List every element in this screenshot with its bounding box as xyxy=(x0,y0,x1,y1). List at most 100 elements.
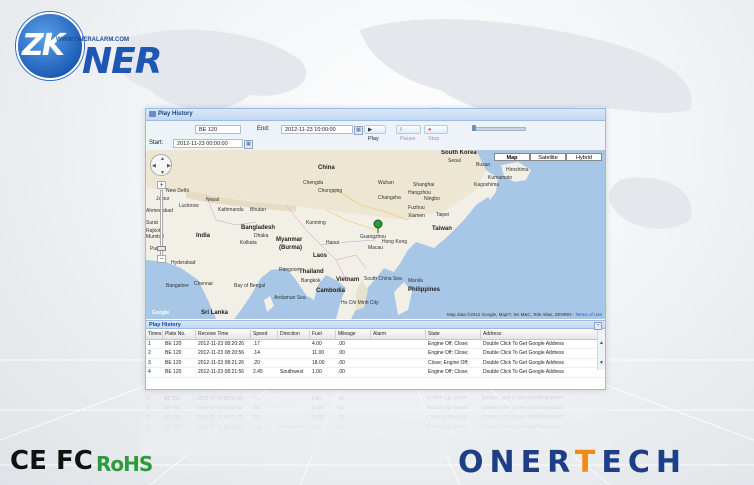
logo-mark: ZK xyxy=(22,28,65,63)
map-label: Wuhan xyxy=(378,180,394,186)
end-calendar-icon[interactable]: ▦ xyxy=(354,126,363,135)
column-header[interactable]: Fuel xyxy=(310,330,336,339)
start-calendar-icon[interactable]: ▦ xyxy=(244,140,253,149)
pan-down-icon[interactable]: ▼ xyxy=(160,170,165,176)
zoom-in-button[interactable]: + xyxy=(157,181,166,189)
table-cell: .00 xyxy=(338,350,345,356)
map-label: China xyxy=(318,165,335,171)
table-cell: 2 xyxy=(148,350,151,356)
terms-of-use-link[interactable]: Terms of Use xyxy=(575,312,602,317)
column-header[interactable]: Mileage xyxy=(336,330,371,339)
pause-button[interactable]: ‖ Pause xyxy=(396,125,421,142)
map-label: India xyxy=(196,233,211,239)
map-label: Sri Lanka xyxy=(201,310,229,316)
map-label: Bhutan xyxy=(250,207,266,213)
brand-part-2: T xyxy=(574,445,602,480)
column-header[interactable]: Speed xyxy=(251,330,278,339)
slider-track xyxy=(472,127,526,131)
table-cell: .00 xyxy=(338,369,345,375)
brand-part-3: ECH xyxy=(601,445,687,480)
fc-mark: FC xyxy=(56,446,93,476)
table-cell: .14 xyxy=(253,350,260,356)
map-label: South China Sea xyxy=(364,276,402,282)
column-header[interactable]: Alarm xyxy=(371,330,426,339)
scroll-down-icon[interactable]: ▼ xyxy=(598,360,605,367)
google-map[interactable]: Map Satellite Hybrid South Korea Seoul B… xyxy=(146,150,605,319)
map-label: Hyderabad xyxy=(171,260,196,266)
column-header[interactable]: Receive Time xyxy=(196,330,251,339)
map-label: Bangalore xyxy=(166,283,189,289)
start-time-input[interactable]: 2012-11-23 00:00:00 xyxy=(173,139,243,148)
map-label: Bangladesh xyxy=(241,225,276,231)
vehicle-input[interactable]: BE 120 xyxy=(195,125,241,134)
column-header[interactable]: Direction xyxy=(278,330,310,339)
play-button[interactable]: ▶ Play xyxy=(364,125,386,142)
map-label: Dhaka xyxy=(254,233,269,239)
table-cell: BE 120 xyxy=(165,340,182,347)
map-label: Andaman Sea xyxy=(274,295,306,301)
map-label: Chengdu xyxy=(303,180,324,186)
map-label: Nepal xyxy=(206,197,220,203)
ce-mark: CE xyxy=(10,446,47,476)
table-cell: 1.00 xyxy=(312,369,322,375)
table-cell: 2012-11-23 08:20:26 xyxy=(198,340,245,347)
history-panel-title: Play History xyxy=(149,322,181,328)
map-label: Thailand xyxy=(299,269,324,275)
company-logo: ZK WWW.ONERALARM.COM NER xyxy=(16,12,166,82)
speed-slider[interactable] xyxy=(472,125,526,131)
map-label: Bangkok xyxy=(301,278,321,284)
map-label: Hong Kong xyxy=(382,239,408,245)
map-label: Shanghai xyxy=(413,182,435,188)
pan-control[interactable]: ▲ ◀ ▶ ▼ xyxy=(150,154,172,176)
stop-label: Stop xyxy=(428,136,440,142)
zoom-out-button[interactable]: − xyxy=(157,255,166,263)
pan-right-icon[interactable]: ▶ xyxy=(167,163,171,169)
grid-scrollbar[interactable]: ▲ ▼ xyxy=(597,330,605,370)
map-label: Myanmar xyxy=(276,237,303,243)
zoom-knob[interactable] xyxy=(157,246,166,251)
collapse-icon[interactable]: ⌃ xyxy=(594,322,602,330)
map-label: Taiwan xyxy=(432,226,452,232)
column-header[interactable]: Plate No. xyxy=(163,330,196,339)
vehicle-marker-icon[interactable] xyxy=(373,219,383,233)
map-type-hybrid[interactable]: Hybrid xyxy=(566,153,602,161)
start-label: Start: xyxy=(149,140,164,146)
table-row[interactable]: 4 BE 120 2012-11-23 08:21:56 2.45 Southwest 1… xyxy=(146,368,605,378)
map-label: Hiroshima xyxy=(506,167,529,173)
scroll-up-icon[interactable]: ▲ xyxy=(598,340,605,347)
stop-icon: ● xyxy=(428,127,432,133)
column-header[interactable]: Address xyxy=(481,330,605,339)
slider-thumb[interactable] xyxy=(472,125,476,131)
logo-wordmark: NER xyxy=(82,41,162,82)
play-history-window: Play History BE 120 End: 2012-11-23 10:0… xyxy=(145,108,606,390)
map-label: Busan xyxy=(476,162,491,168)
map-type-map[interactable]: Map xyxy=(494,153,530,161)
end-label: End: xyxy=(257,126,270,132)
map-label: Rangoon xyxy=(279,267,300,273)
table-row[interactable]: 1 BE 120 2012-11-23 08:20:26 .17 4.00 .00 Engi… xyxy=(146,340,605,349)
map-label: Macau xyxy=(368,245,384,251)
table-cell: 4 xyxy=(148,369,151,375)
table-cell: 18.00 xyxy=(312,359,325,366)
table-cell: .17 xyxy=(253,340,260,347)
table-cell: 11.00 xyxy=(312,350,325,356)
map-label: Fuzhou xyxy=(408,205,425,211)
history-grid: Times Plate No. Receive Time Speed Direction… xyxy=(146,330,605,378)
end-time-input[interactable]: 2012-11-23 10:00:00 xyxy=(281,125,353,134)
pan-left-icon[interactable]: ◀ xyxy=(152,163,156,169)
pan-up-icon[interactable]: ▲ xyxy=(160,156,165,162)
table-row[interactable]: 3 BE 120 2012-11-23 08:21:26 .20 18.00 .00 Clo… xyxy=(146,359,605,368)
map-label: Laos xyxy=(313,253,328,259)
map-type-satellite[interactable]: Satellite xyxy=(530,153,566,161)
playback-controls: BE 120 End: 2012-11-23 10:00:00 ▦ ▶ Play… xyxy=(146,121,605,152)
map-label: Changsha xyxy=(378,195,401,201)
column-header[interactable]: State xyxy=(426,330,481,339)
map-label: Kagoshima xyxy=(474,182,500,188)
table-cell: Double Click To Get Google Address xyxy=(483,369,565,375)
map-attribution: Map data ©2012 Google, MapIT, SK M&C, Te… xyxy=(447,312,602,317)
map-label: Ho Chi Minh City xyxy=(341,300,379,306)
table-row[interactable]: 2 BE 120 2012-11-23 08:20:56 .14 11.00 .00 Eng… xyxy=(146,349,605,359)
stop-button[interactable]: ● Stop xyxy=(424,125,448,142)
column-header[interactable]: Times xyxy=(146,330,163,339)
rohs-mark: RoHS xyxy=(96,452,153,476)
